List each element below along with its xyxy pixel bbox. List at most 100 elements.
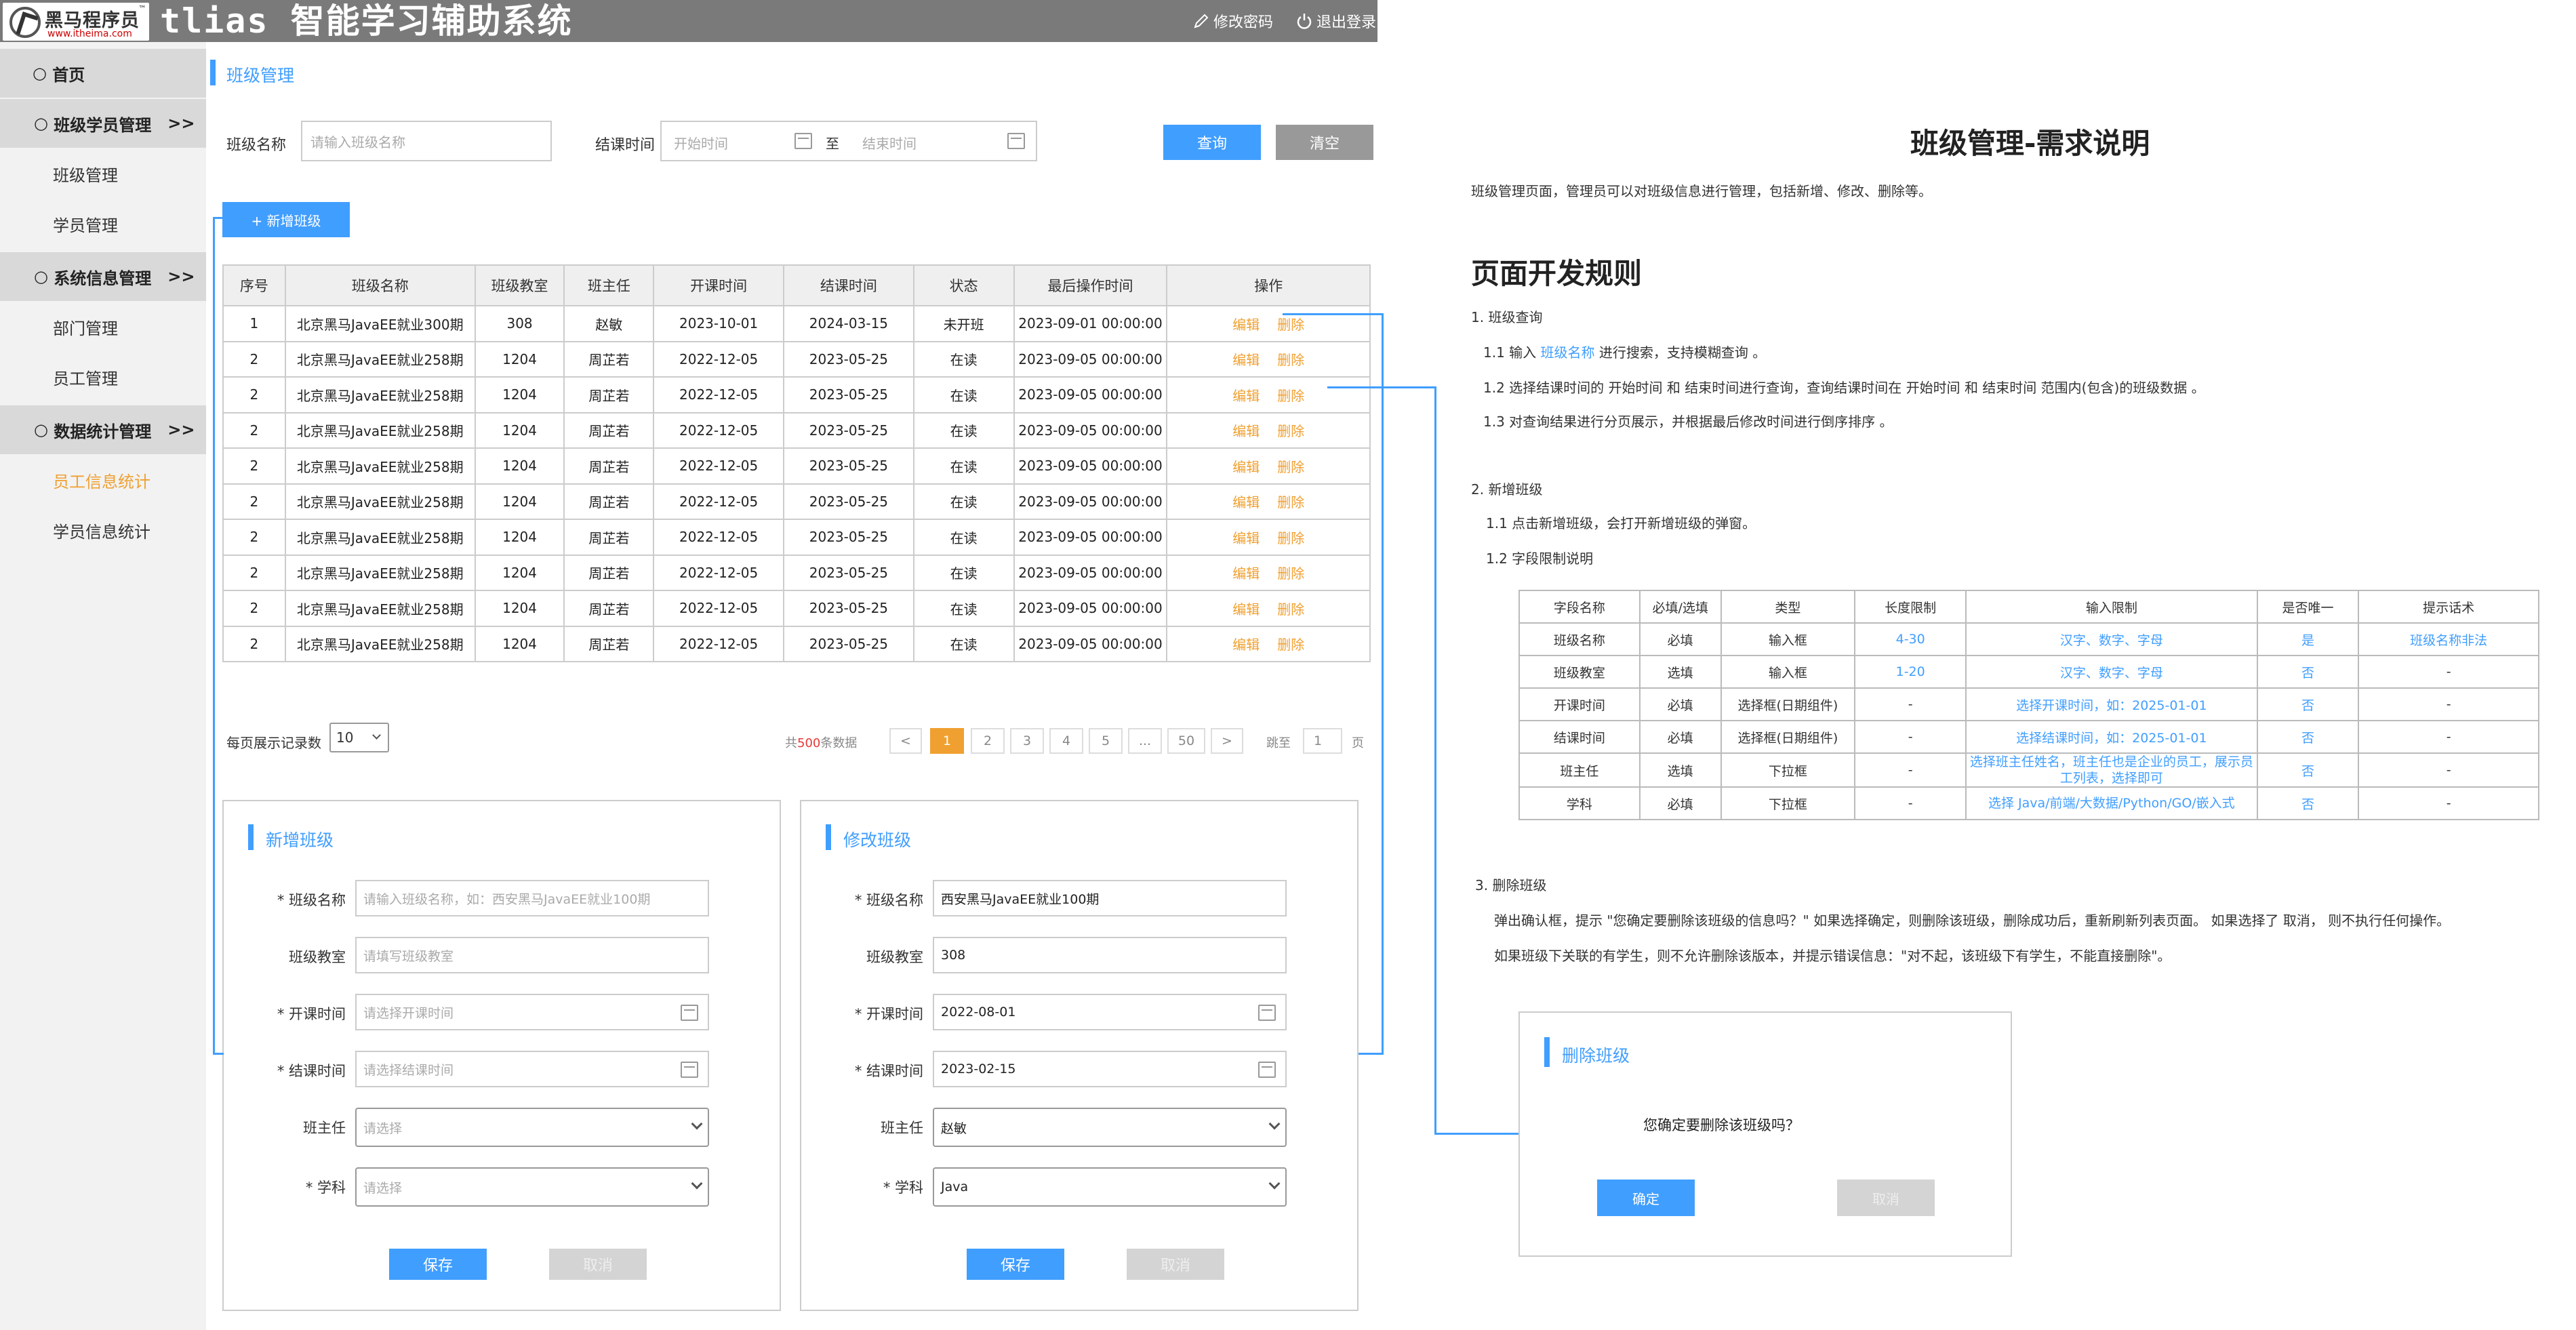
end-date-field[interactable]: 2023-02-15 — [933, 1051, 1287, 1087]
table-cell: 2 — [222, 625, 286, 662]
add-class-dialog: 新增班级 * 班级名称 请输入班级名称，如：西安黑马JavaEE就业100期 班… — [222, 800, 781, 1311]
edit-link[interactable]: 编辑 — [1232, 637, 1260, 653]
total-prefix: 共 — [785, 736, 797, 750]
delete-cancel-button[interactable]: 取消 — [1837, 1180, 1935, 1216]
table-row: 班级名称 必填 输入框 4-30 汉字、数字、字母是班级名称非法 — [1518, 622, 2539, 656]
next-page-button[interactable]: > — [1211, 728, 1243, 754]
rule-1-3: 1.3 对查询结果进行分页展示，并根据最后修改时间进行倒序排序 。 — [1483, 414, 1893, 430]
edit-link[interactable]: 编辑 — [1232, 317, 1260, 333]
class-name-field[interactable]: 请输入班级名称，如：西安黑马JavaEE就业100期 — [355, 880, 709, 916]
page-button-50[interactable]: 50 — [1167, 728, 1205, 754]
table-cell: 选择 Java/前端/大数据/Python/GO/嵌入式 — [1965, 786, 2258, 820]
head-teacher-select[interactable]: 赵敏 — [933, 1108, 1287, 1147]
delete-link[interactable]: 删除 — [1277, 352, 1304, 368]
edit-link[interactable]: 编辑 — [1232, 423, 1260, 439]
calendar-icon — [681, 1005, 698, 1021]
edit-class-dialog: 修改班级 * 班级名称 西安黑马JavaEE就业100期 班级教室 308 * … — [800, 800, 1359, 1311]
edit-link[interactable]: 编辑 — [1232, 388, 1260, 404]
query-button[interactable]: 查询 — [1163, 125, 1261, 160]
table-row: 班级教室 选填 输入框 1-20 汉字、数字、字母否 - — [1518, 655, 2539, 689]
page-button-2[interactable]: 2 — [971, 728, 1005, 754]
table-cell: 在读 — [912, 554, 1015, 591]
start-date-field[interactable]: 2022-08-01 — [933, 994, 1287, 1030]
rule-highlight: 班级名称 — [1540, 344, 1595, 361]
sidebar-group-system[interactable]: ○ 系统信息管理 >> — [0, 252, 206, 301]
delete-confirm-button[interactable]: 确定 — [1597, 1180, 1695, 1216]
page-button-1[interactable]: 1 — [930, 728, 964, 754]
end-time-placeholder: 结束时间 — [862, 136, 917, 152]
logout-button[interactable]: 退出登录 — [1295, 11, 1376, 31]
table-cell: 2023-05-25 — [783, 483, 914, 520]
sidebar-item-home[interactable]: ○ 首页 — [0, 49, 206, 98]
sidebar-item-employee[interactable]: 员工管理 — [0, 352, 206, 401]
table-cell: 2 — [222, 554, 286, 591]
delete-link[interactable]: 删除 — [1277, 459, 1304, 475]
start-date-field[interactable]: 请选择开课时间 — [355, 994, 709, 1030]
delete-link[interactable]: 删除 — [1277, 494, 1304, 510]
section-marker — [826, 824, 831, 850]
sidebar-home-label: 首页 — [52, 65, 85, 85]
classroom-field[interactable]: 308 — [933, 937, 1287, 973]
delete-link[interactable]: 删除 — [1277, 423, 1304, 439]
rule-3-2: 如果班级下关联的有学生，则不允许删除该版本，并提示错误信息："对不起，该班级下有… — [1494, 948, 2171, 964]
delete-link[interactable]: 删除 — [1277, 565, 1304, 582]
add-class-button[interactable]: + 新增班级 — [222, 202, 350, 237]
jump-page-input[interactable]: 1 — [1303, 728, 1342, 754]
actions-cell: 编辑 删除 — [1166, 376, 1371, 414]
classroom-field[interactable]: 请填写班级教室 — [355, 937, 709, 973]
sidebar-item-dept[interactable]: 部门管理 — [0, 302, 206, 351]
delete-link[interactable]: 删除 — [1277, 388, 1304, 404]
add-save-button[interactable]: 保存 — [389, 1249, 487, 1280]
head-teacher-value: 赵敏 — [941, 1121, 967, 1136]
subject-select[interactable]: Java — [933, 1167, 1287, 1207]
edit-link[interactable]: 编辑 — [1232, 352, 1260, 368]
edit-save-button[interactable]: 保存 — [967, 1249, 1064, 1280]
delete-link[interactable]: 删除 — [1277, 601, 1304, 618]
logo-icon — [9, 7, 41, 38]
end-time-range-picker[interactable]: 开始时间 至 结束时间 — [660, 121, 1037, 161]
page-button-5[interactable]: 5 — [1089, 728, 1123, 754]
sidebar-item-student-stats[interactable]: 学员信息统计 — [0, 506, 206, 555]
form-label: 班级教室 — [289, 949, 346, 965]
sidebar-item-employee-stats[interactable]: 员工信息统计 — [0, 456, 206, 504]
chevron-down-icon — [691, 1177, 703, 1190]
chevron-down-icon — [1268, 1118, 1281, 1130]
delete-link[interactable]: 删除 — [1277, 317, 1304, 333]
subject-select[interactable]: 请选择 — [355, 1167, 709, 1207]
prev-page-button[interactable]: < — [889, 728, 922, 754]
table-cell: 在读 — [912, 590, 1015, 627]
head-teacher-select[interactable]: 请选择 — [355, 1108, 709, 1147]
table-cell: 在读 — [912, 447, 1015, 485]
page-size-select[interactable]: 10 — [329, 723, 389, 752]
edit-cancel-button[interactable]: 取消 — [1127, 1249, 1224, 1280]
table-cell: 2022-12-05 — [653, 554, 785, 591]
sidebar-group-stats[interactable]: ○ 数据统计管理 >> — [0, 405, 206, 454]
change-password-button[interactable]: 修改密码 — [1192, 11, 1273, 31]
class-name-field[interactable]: 西安黑马JavaEE就业100期 — [933, 880, 1287, 916]
table-cell: 北京黑马JavaEE就业258期 — [284, 554, 476, 591]
page-button-3[interactable]: 3 — [1010, 728, 1044, 754]
table-cell: 1204 — [474, 340, 565, 378]
sidebar-item-class[interactable]: 班级管理 — [0, 149, 206, 198]
sidebar-item-student[interactable]: 学员管理 — [0, 199, 206, 248]
class-name-input[interactable]: 请输入班级名称 — [301, 121, 552, 161]
edit-link[interactable]: 编辑 — [1232, 494, 1260, 510]
table-cell: 必填 — [1638, 687, 1722, 721]
form-label: * 学科 — [305, 1180, 346, 1196]
end-date-field[interactable]: 请选择结课时间 — [355, 1051, 709, 1087]
table-row: 学科 必填 下拉框 - 选择 Java/前端/大数据/Python/GO/嵌入式否 - — [1518, 786, 2539, 820]
page-button-4[interactable]: 4 — [1049, 728, 1083, 754]
edit-link[interactable]: 编辑 — [1232, 530, 1260, 546]
edit-link[interactable]: 编辑 — [1232, 565, 1260, 582]
actions-cell: 编辑 删除 — [1166, 411, 1371, 449]
edit-link[interactable]: 编辑 — [1232, 601, 1260, 618]
clear-button[interactable]: 清空 — [1276, 125, 1373, 160]
delete-link[interactable]: 删除 — [1277, 530, 1304, 546]
add-cancel-button[interactable]: 取消 — [549, 1249, 647, 1280]
table-cell: 输入框 — [1720, 622, 1856, 656]
edit-link[interactable]: 编辑 — [1232, 459, 1260, 475]
table-cell: 周芷若 — [563, 376, 655, 414]
delete-link[interactable]: 删除 — [1277, 637, 1304, 653]
sidebar-group-class-student[interactable]: ○ 班级学员管理 >> — [0, 99, 206, 148]
table-cell: 在读 — [912, 376, 1015, 414]
